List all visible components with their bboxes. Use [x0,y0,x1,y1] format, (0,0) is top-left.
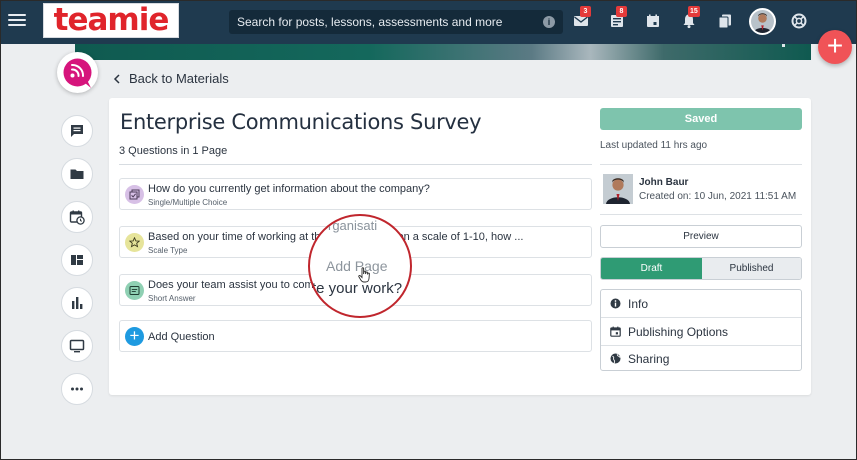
menu-label: Publishing Options [628,324,729,339]
logo-text: teamie [53,2,170,38]
page-title: Enterprise Communications Survey [120,110,482,134]
notifications-bell-icon[interactable]: 15 [681,6,700,29]
app-logo-icon[interactable] [57,52,98,93]
posts-icon[interactable]: 8 [609,6,627,29]
messages-icon[interactable]: 3 [573,6,591,29]
menu-label: Sharing [628,351,670,366]
question-type: Single/Multiple Choice [148,198,228,207]
notifications-badge: 15 [688,6,700,17]
rail-analytics-button[interactable] [61,287,93,319]
multiple-choice-icon [125,185,144,204]
search-placeholder: Search for posts, lessons, assessments a… [237,15,503,29]
last-updated-text: Last updated 11 hrs ago [600,140,708,151]
rail-materials-button[interactable] [61,158,93,190]
rail-more-button[interactable] [61,373,93,405]
calendar-icon [610,326,621,337]
saved-status-button[interactable]: Saved [600,108,802,130]
rail-dashboard-button[interactable] [61,244,93,276]
help-lifebuoy-icon[interactable] [791,13,807,29]
question-item[interactable]: How do you currently get information abo… [119,178,592,210]
teamie-logo[interactable]: teamie [43,3,179,38]
bar-chart-icon [72,297,83,309]
publish-state-toggle: Draft Published [600,257,802,280]
rail-schedule-button[interactable] [61,201,93,233]
globe-icon [610,353,621,364]
hand-cursor-icon [356,266,374,284]
calendar-nav-icon[interactable] [645,13,661,29]
monitor-icon [69,339,85,353]
sidebar-divider [600,214,802,215]
folder-icon [70,169,84,179]
info-icon [610,298,621,309]
plus-circle-icon: + [125,327,144,346]
question-type: Scale Type [148,246,188,255]
messages-badge: 3 [580,6,591,17]
settings-menu: Info Publishing Options Sharing [600,289,802,371]
search-info-icon[interactable]: i [543,16,555,28]
course-banner [75,44,811,60]
back-label: Back to Materials [129,71,229,86]
lens-top-text: rganisati [328,218,378,233]
back-to-materials-link[interactable]: Back to Materials [113,71,229,86]
question-title: How do you currently get information abo… [148,183,430,195]
author-avatar [603,174,633,204]
preview-button[interactable]: Preview [600,225,802,248]
menu-item-publishing-options[interactable]: Publishing Options [601,318,801,345]
add-question-label: Add Question [148,331,215,343]
question-type: Short Answer [148,294,196,303]
sidebar-divider [600,164,802,165]
add-fab-button[interactable]: + [818,30,852,64]
draft-toggle[interactable]: Draft [601,258,702,279]
menu-item-info[interactable]: Info [601,290,801,317]
published-toggle[interactable]: Published [702,258,801,279]
posts-badge: 8 [616,6,627,17]
title-divider [119,164,592,165]
hamburger-menu-icon[interactable] [8,14,26,28]
rail-classroom-button[interactable] [61,330,93,362]
more-dots-icon [71,387,83,391]
created-date: Created on: 10 Jun, 2021 11:51 AM [639,191,797,202]
add-question-button[interactable]: + Add Question [119,320,592,352]
star-icon [125,233,144,252]
calendar-clock-icon [69,210,85,225]
short-answer-icon [125,281,144,300]
user-avatar[interactable] [749,8,776,35]
top-bar: teamie Search for posts, lessons, assess… [0,0,857,44]
posts-rail-icon [71,125,83,137]
menu-item-sharing[interactable]: Sharing [601,345,801,372]
search-input[interactable]: Search for posts, lessons, assessments a… [229,10,563,34]
question-count: 3 Questions in 1 Page [119,145,228,157]
author-name: John Baur [639,177,689,188]
chevron-left-icon [113,73,120,84]
documents-icon[interactable] [717,13,733,29]
zoom-lens: rganisati Add Page te your work? [308,214,412,318]
dashboard-icon [71,255,83,265]
menu-label: Info [628,296,649,311]
rail-posts-button[interactable] [61,115,93,147]
